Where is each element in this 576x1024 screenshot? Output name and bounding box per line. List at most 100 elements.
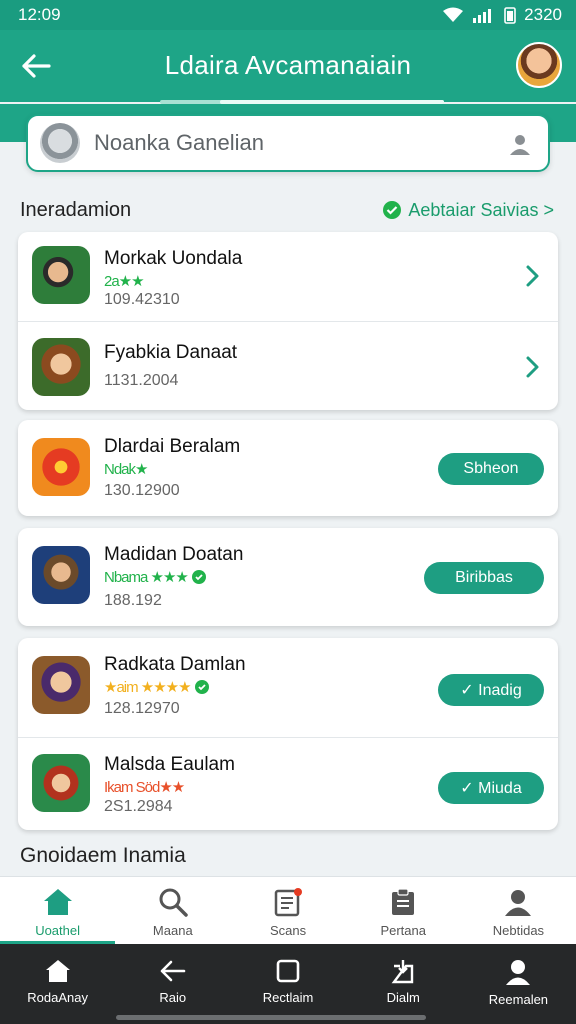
game-icon: [32, 338, 90, 396]
nav-label: Maana: [152, 923, 193, 938]
house-icon: [45, 960, 70, 982]
search-icon: [159, 888, 188, 917]
game-icon: [32, 656, 90, 714]
game-name: Malsda Eaulam: [104, 754, 235, 775]
list-item[interactable]: Dlardai Beralam Ndak★ 130.12900 Sbheon: [18, 420, 558, 516]
game-name: Morkak Uondala: [104, 248, 243, 269]
nav-label: Uoathel: [35, 923, 80, 938]
bottom-section-title: Gnoidaem Inamia: [20, 844, 186, 867]
see-all-label: Aebtaiar Saivias >: [408, 199, 554, 220]
notepad-icon: [274, 888, 302, 917]
home-icon: [43, 889, 72, 915]
chevron-right-icon[interactable]: [522, 264, 542, 288]
system-nav: RodaAnay Raio Rectlaim Dialm Reemalen: [0, 944, 576, 1024]
sys-label: Reemalen: [488, 992, 549, 1007]
sys-label: Rectlaim: [262, 990, 314, 1005]
nav-item-profile[interactable]: Nebtidas: [461, 877, 576, 944]
search-avatar: [40, 123, 80, 163]
status-bar: 12:09 2320: [0, 0, 576, 30]
verified-icon: [194, 680, 209, 694]
game-rating: Ndak★: [104, 460, 148, 478]
rating-text: ★aim ★★★★: [104, 679, 192, 696]
search-section: [0, 104, 576, 176]
game-card: Radkata Damlan ★aim ★★★★ 128.12970 ✓ Ina…: [18, 638, 558, 830]
installed-button[interactable]: ✓ Miuda: [438, 772, 544, 804]
game-rating: Nbama ★★★: [104, 568, 206, 586]
back-arrow-icon: [160, 960, 186, 982]
page-title: Ldaira Avcamanaiain: [164, 50, 412, 80]
verified-icon: [191, 570, 206, 584]
signal-icon: [473, 9, 492, 23]
system-nav-recents[interactable]: Rectlaim: [230, 944, 345, 1024]
action-button[interactable]: Sbheon: [438, 453, 544, 485]
game-name: Fyabkia Danaat: [104, 342, 238, 363]
search-input[interactable]: [94, 130, 474, 156]
nav-label: Nebtidas: [492, 923, 545, 938]
search-box[interactable]: [26, 114, 550, 172]
section-header: Ineradamion Aebtaiar Saivias >: [20, 196, 554, 224]
sys-label: RodaAnay: [27, 990, 88, 1005]
battery-icon: [504, 7, 516, 24]
person-icon[interactable]: [508, 132, 532, 156]
list-item[interactable]: Radkata Damlan ★aim ★★★★ 128.12970 ✓ Ina…: [18, 638, 558, 737]
game-rating: Ikam Söd★★: [104, 778, 185, 796]
installed-button[interactable]: ✓ Inadig: [438, 674, 544, 706]
game-card: Dlardai Beralam Ndak★ 130.12900 Sbheon: [18, 420, 558, 516]
nav-item-pertana[interactable]: Pertana: [346, 877, 461, 944]
chevron-right-icon[interactable]: [522, 355, 542, 379]
nav-item-scans[interactable]: Scans: [230, 877, 345, 944]
system-nav-dialm[interactable]: Dialm: [346, 944, 461, 1024]
game-meta: 188.192: [104, 592, 162, 609]
profile-icon: [505, 890, 532, 916]
game-meta: 1131.2004: [104, 372, 179, 389]
rating-text: 2a★★: [104, 273, 145, 290]
square-icon: [276, 959, 300, 983]
game-icon: [32, 246, 90, 304]
list-item[interactable]: Madidan Doatan Nbama ★★★ 188.192 Biribba…: [18, 528, 558, 626]
profile-avatar[interactable]: [516, 42, 562, 88]
wifi-icon: [443, 7, 464, 22]
nav-label: Scans: [269, 923, 307, 938]
bottom-nav: Uoathel Maana Scans Pertana Nebtidas: [0, 876, 576, 944]
see-all-link[interactable]: Aebtaiar Saivias >: [382, 200, 554, 221]
user-icon: [506, 960, 531, 985]
game-icon: [32, 546, 90, 604]
list-item[interactable]: Fyabkia Danaat 1131.2004: [18, 321, 558, 410]
game-meta: 109.42310: [104, 291, 180, 308]
game-icon: [32, 754, 90, 812]
status-icons: 2320: [442, 5, 562, 25]
action-button[interactable]: Biribbas: [424, 562, 544, 594]
status-time: 12:09: [18, 5, 61, 24]
system-nav-home[interactable]: RodaAnay: [0, 944, 115, 1024]
game-card: Morkak Uondala 2a★★ 109.42310 Fyabkia Da…: [18, 232, 558, 410]
game-rating: 2a★★: [104, 272, 145, 290]
list-item[interactable]: Malsda Eaulam Ikam Söd★★ 2S1.2984 ✓ Miud…: [18, 737, 558, 830]
game-card: Madidan Doatan Nbama ★★★ 188.192 Biribba…: [18, 528, 558, 626]
game-icon: [32, 438, 90, 496]
check-circle-icon: [383, 201, 402, 219]
action-label: Sbheon: [463, 460, 519, 477]
inbox-icon: [391, 960, 414, 984]
sys-label: Dialm: [386, 990, 420, 1005]
section-title: Ineradamion: [20, 198, 132, 221]
app-bar: Ldaira Avcamanaiain: [0, 30, 576, 102]
nav-item-home[interactable]: Uoathel: [0, 877, 116, 944]
game-rating: ★aim ★★★★: [104, 678, 209, 696]
action-label: ✓ Miuda: [460, 780, 522, 797]
home-indicator[interactable]: [116, 1015, 426, 1020]
action-label: Biribbas: [455, 569, 513, 586]
game-meta: 130.12900: [104, 482, 180, 499]
action-label: ✓ Inadig: [460, 682, 522, 699]
game-name: Dlardai Beralam: [104, 436, 241, 457]
nav-label: Pertana: [380, 923, 426, 938]
game-name: Madidan Doatan: [104, 544, 244, 565]
list-item[interactable]: Morkak Uondala 2a★★ 109.42310: [18, 232, 558, 321]
game-meta: 128.12970: [104, 700, 180, 717]
nav-item-search[interactable]: Maana: [115, 877, 230, 944]
rating-text: Nbama ★★★: [104, 569, 189, 586]
system-nav-back[interactable]: Raio: [115, 944, 230, 1024]
clipboard-icon: [392, 888, 415, 915]
rating-text: Ikam Söd★★: [104, 779, 185, 796]
status-right-text: 2320: [524, 5, 562, 24]
system-nav-user[interactable]: Reemalen: [461, 944, 576, 1024]
